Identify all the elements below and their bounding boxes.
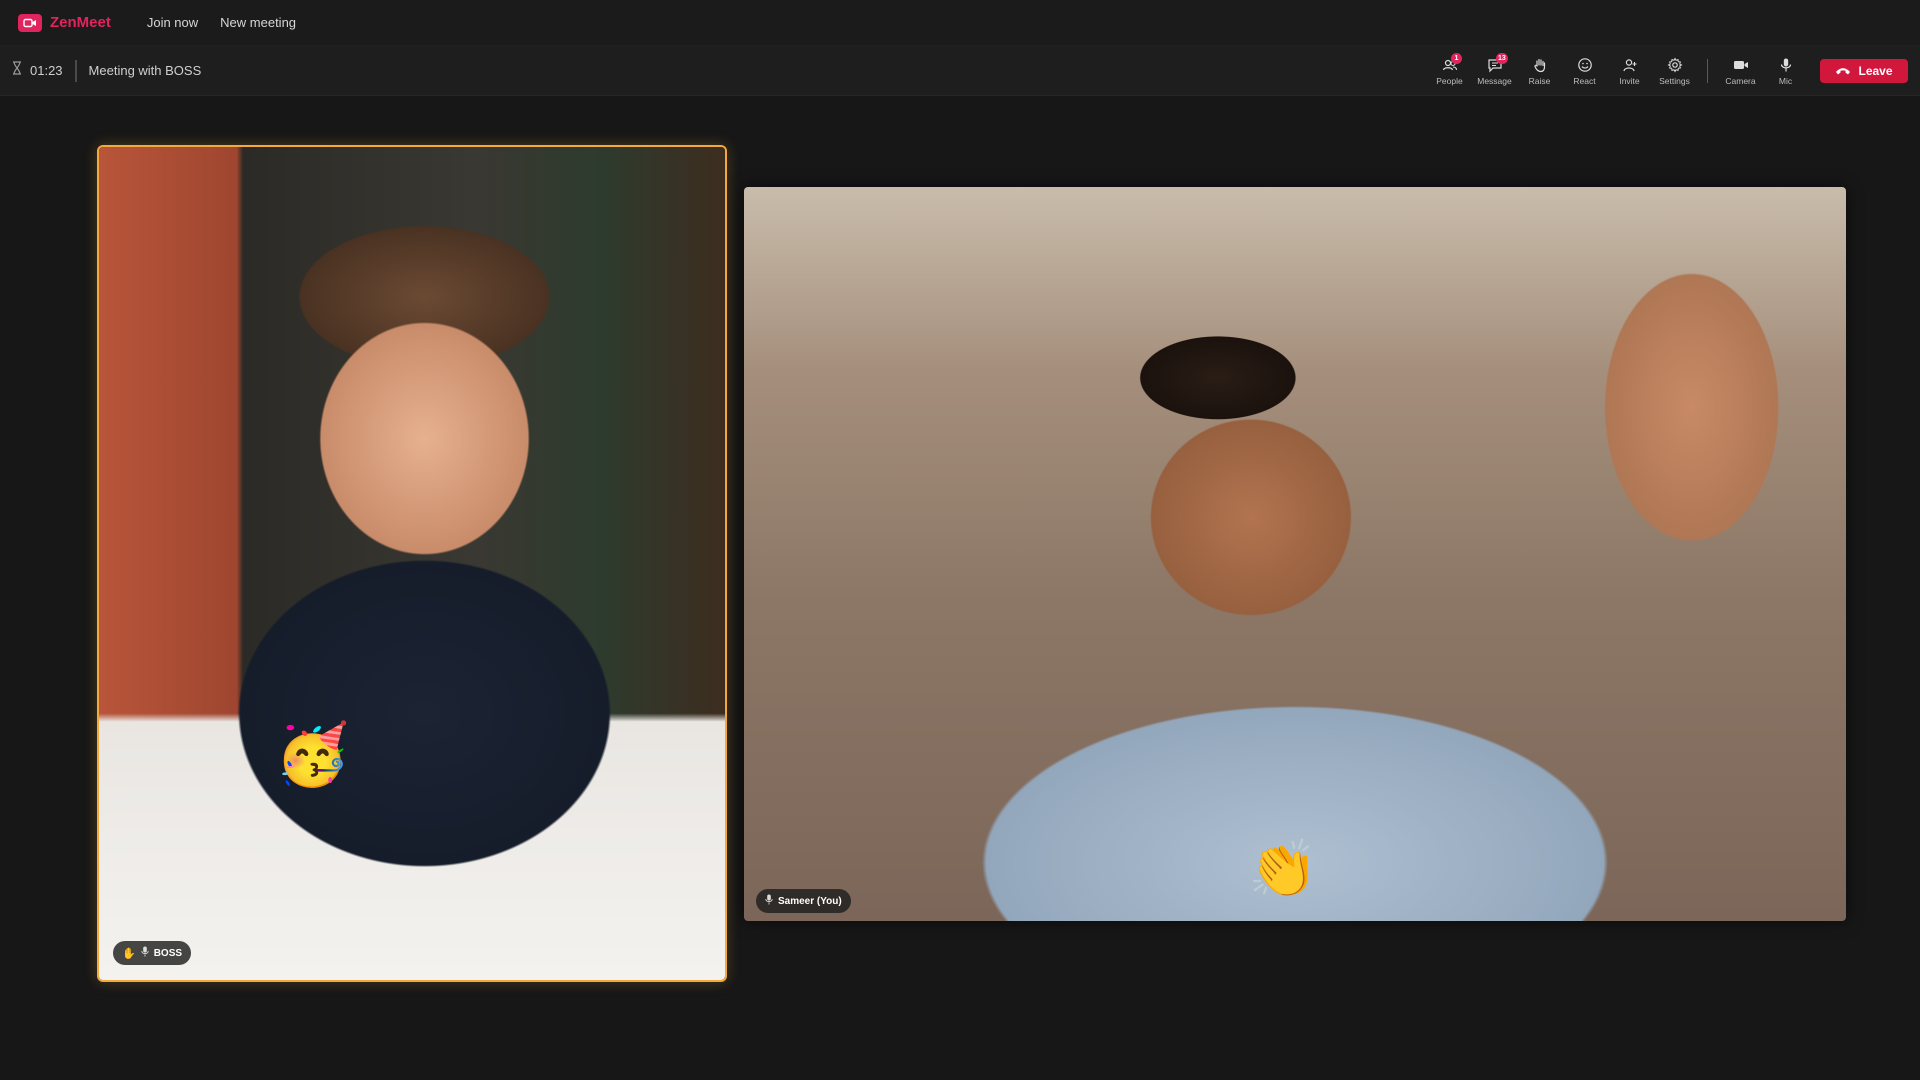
meeting-timer: 01:23 [0,61,63,80]
camera-icon [1733,60,1748,69]
participant-name-chip: Sameer (You) [756,889,851,913]
meeting-title: Meeting with BOSS [88,63,202,78]
participant-tile-boss[interactable]: ✋ BOSS [97,145,727,982]
people-count-badge: 1 [1451,53,1462,64]
react-button[interactable]: React [1562,46,1607,96]
gear-icon [1666,56,1683,73]
video-logo-icon [18,13,42,32]
raise-hand-button[interactable]: Raise [1517,46,1562,96]
add-person-icon [1622,58,1636,71]
invite-label: Invite [1619,75,1640,86]
new-meeting-link[interactable]: New meeting [220,15,296,30]
hangup-icon [1836,68,1851,75]
timer-text: 01:23 [30,63,63,78]
participant-name-chip: ✋ BOSS [113,941,192,965]
party-reaction-emoji: 🥳 [275,720,350,790]
participant-tile-self[interactable]: Sameer (You) [744,187,1846,921]
camera-button[interactable]: Camera [1718,46,1763,96]
clap-reaction-emoji: 👏 [1248,837,1318,902]
people-label: People [1436,75,1463,86]
brand-name: ZenMeet [50,14,111,31]
brand[interactable]: ZenMeet [18,13,111,32]
meeting-bar: 01:23 Meeting with BOSS 1 People 13 Mess… [0,46,1920,96]
message-count-badge: 13 [1496,53,1508,64]
mic-label: Mic [1778,75,1793,86]
participant-name: Sameer (You) [778,895,842,907]
leave-button[interactable]: Leave [1820,59,1908,83]
mic-icon [765,894,773,908]
smile-icon [1577,57,1592,72]
toolbar: 1 People 13 Message Raise React Invite S… [1427,46,1908,96]
message-label: Message [1477,75,1512,86]
join-now-link[interactable]: Join now [147,15,198,30]
top-nav: ZenMeet Join now New meeting [0,0,1920,46]
hand-icon [1533,58,1545,72]
toolbar-divider [1707,59,1708,83]
mic-icon [1780,58,1791,71]
invite-button[interactable]: Invite [1607,46,1652,96]
camera-label: Camera [1725,75,1756,86]
leave-label: Leave [1858,64,1893,78]
people-button[interactable]: 1 People [1427,46,1472,96]
message-button[interactable]: 13 Message [1472,46,1517,96]
mic-button[interactable]: Mic [1763,46,1808,96]
react-label: React [1573,75,1596,86]
hourglass-icon [12,61,22,80]
raised-hand-icon: ✋ [122,947,136,960]
settings-button[interactable]: Settings [1652,46,1697,96]
mic-icon [141,946,149,960]
self-video-feed [744,187,1846,921]
boss-video-feed [99,147,725,980]
settings-label: Settings [1659,75,1690,86]
raise-label: Raise [1528,75,1551,86]
participant-name: BOSS [153,947,183,959]
divider [74,59,77,82]
